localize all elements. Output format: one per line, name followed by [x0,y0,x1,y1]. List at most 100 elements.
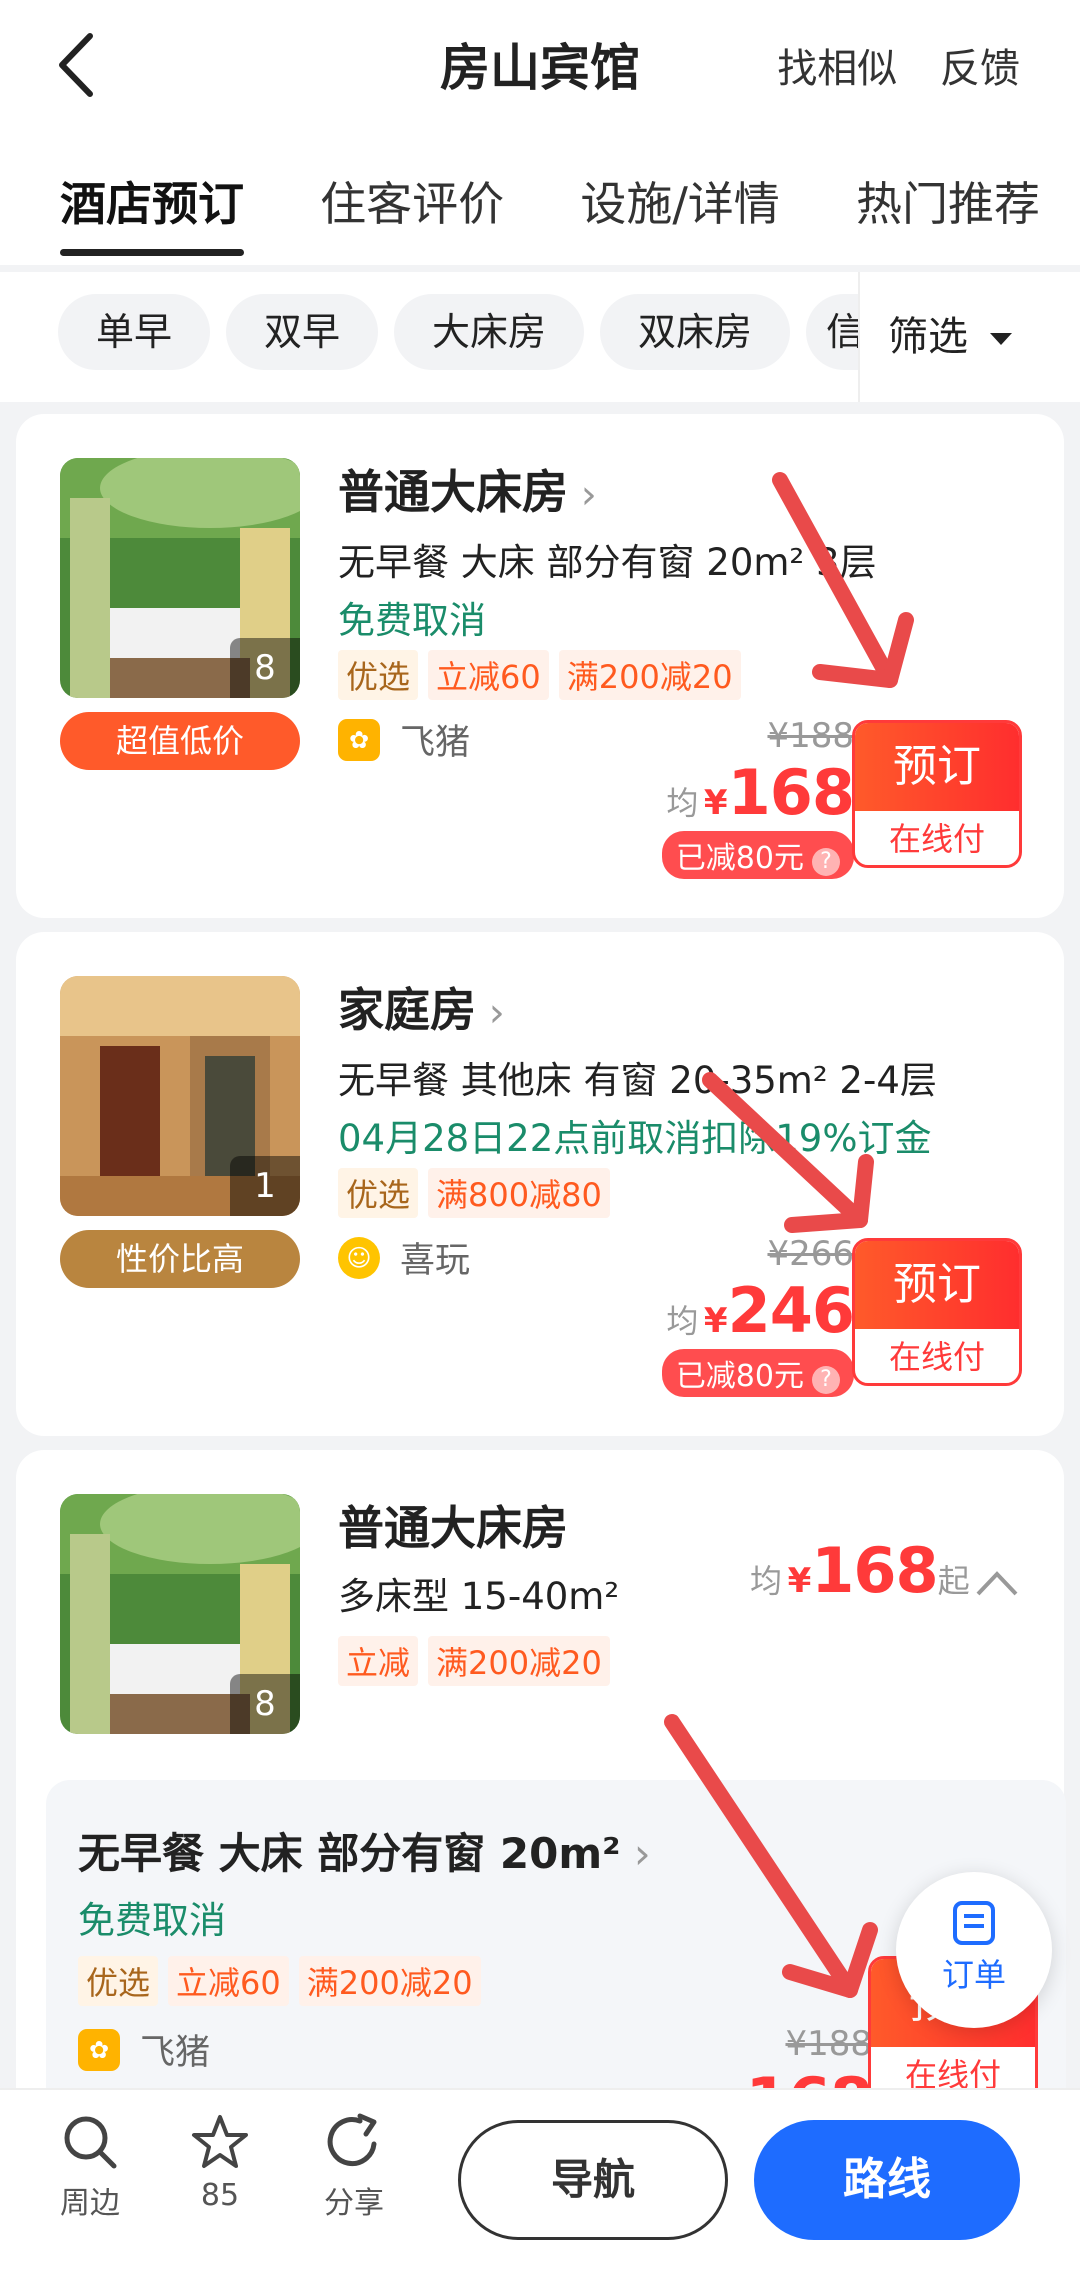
price-value: 168 [811,1534,938,1607]
chip-single-breakfast[interactable]: 单早 [58,294,211,370]
room-name-text: 普通大床房 [338,465,568,519]
cancel-policy: 04月28日22点前取消扣除19%订金 [338,1117,932,1160]
tab-booking[interactable]: 酒店预订 [60,168,244,256]
vendor-name: 飞猪 [400,723,471,763]
currency: ¥ [787,1561,812,1601]
original-price: ¥188 [767,716,854,756]
price-value: 246 [727,1274,855,1347]
room-desc: 无早餐 大床 部分有窗 20m² 3层 [338,541,877,584]
help-icon[interactable]: ? [812,848,840,876]
fliggy-icon: ✿ [78,2028,120,2071]
cancel-policy: 免费取消 [78,1899,226,1942]
nearby-label: 周边 [60,2186,120,2221]
rate-plan-name[interactable]: 无早餐 大床 部分有窗 20m² › [78,1820,651,1881]
favorite-count: 85 [200,2178,240,2213]
nearby-button[interactable]: 周边 [40,2112,140,2222]
favorite-button[interactable]: 85 [170,2112,270,2213]
avg-label: 均 [666,784,699,822]
from-price: 均 ¥168起 [750,1534,970,1607]
chevron-right-icon: › [476,990,505,1036]
navigate-button[interactable]: 导航 [458,2120,728,2240]
tag: 立减 [338,1636,419,1686]
room-card[interactable]: 1 性价比高 家庭房 › 无早餐 其他床 有窗 20-35m² 2-4层 04月… [16,932,1064,1436]
room-photo[interactable]: 8 [60,1494,300,1734]
photo-count-badge: 8 [230,1674,300,1734]
pay-online-label: 在线付 [888,820,985,858]
book-label: 预订 [855,1241,1019,1329]
help-icon[interactable]: ? [812,1366,840,1394]
avg-label: 均 [666,1302,699,1340]
room-desc: 无早餐 其他床 有窗 20-35m² 2-4层 [338,1059,937,1102]
filter-chips: 单早 双早 大床房 双床房 信 [58,294,865,370]
bottom-bar: 周边 85 分享 导航 路线 [0,2088,1080,2271]
tag: 优选 [338,650,419,700]
share-label: 分享 [324,2186,384,2221]
tab-bar: 酒店预订 住客评价 设施/详情 热门推荐 [60,168,1040,256]
tab-recommend[interactable]: 热门推荐 [856,168,1040,234]
chip-twin-bed[interactable]: 双床房 [600,294,791,370]
tag: 优选 [78,1956,159,2006]
currency: ¥ [703,1301,728,1341]
tag: 满200减20 [298,1956,481,2006]
original-price: ¥266 [767,1234,854,1274]
room-desc: 多床型 15-40m² [338,1575,620,1618]
tag: 优选 [338,1168,419,1218]
promo-tags: 立减 满200减20 [338,1636,610,1686]
order-fab[interactable]: 订单 [896,1872,1052,2028]
room-name-text: 家庭房 [338,983,476,1037]
find-similar-button[interactable]: 找相似 [777,46,897,92]
order-label: 订单 [941,1956,1006,1994]
value-label: 性价比高 [60,1230,300,1288]
filter-label: 筛选 [888,314,968,360]
vendor: ✿ 飞猪 [78,2024,210,2075]
tag: 立减60 [428,650,549,700]
price-block: ¥266 均 ¥246 已减80元? [661,1234,855,1397]
chip-double-breakfast[interactable]: 双早 [226,294,379,370]
chip-partial[interactable]: 信 [806,294,865,370]
price-value: 168 [727,756,855,829]
discount-text: 已减80元 [675,1359,804,1394]
xiwan-icon: ☺ [338,1236,380,1279]
tag: 满200减20 [558,650,741,700]
dropdown-triangle-icon [990,333,1012,345]
share-button[interactable]: 分享 [304,2112,404,2222]
fliggy-icon: ✿ [338,718,380,761]
vendor-name: 飞猪 [140,2033,211,2073]
book-button[interactable]: 预订 在线付 [852,720,1022,868]
discount-badge: 已减80元? [661,1349,854,1397]
book-button[interactable]: 预订 在线付 [852,1238,1022,1386]
chevron-right-icon: › [620,1829,651,1878]
price-block: ¥188 均 ¥168 已减80元? [661,716,855,879]
room-photo[interactable]: 1 [60,976,300,1216]
tab-facilities[interactable]: 设施/详情 [580,168,780,234]
room-name[interactable]: 普通大床房 › [338,456,597,522]
order-list-icon [953,1901,995,1945]
chevron-up-icon[interactable] [974,1568,1020,1598]
promo-tags: 优选 满800减80 [338,1168,610,1218]
current-price: 均 ¥168 [662,756,855,829]
filter-bar: 单早 双早 大床房 双床房 信 筛选 [0,272,1080,402]
discount-text: 已减80元 [675,841,804,876]
vendor: ✿ 飞猪 [338,714,470,765]
room-photo[interactable]: 8 [60,458,300,698]
route-button[interactable]: 路线 [754,2120,1020,2240]
search-icon [64,2116,117,2169]
room-card[interactable]: 8 超值低价 普通大床房 › 无早餐 大床 部分有窗 20m² 3层 免费取消 … [16,414,1064,918]
rate-plan-name-text: 无早餐 大床 部分有窗 20m² [78,1829,621,1878]
room-card-expanded[interactable]: 8 普通大床房 多床型 15-40m² 立减 满200减20 均 ¥168起 无… [16,1450,1066,2150]
chip-king-bed[interactable]: 大床房 [394,294,585,370]
room-name[interactable]: 家庭房 › [338,974,505,1040]
current-price: 均 ¥246 [662,1274,855,1347]
tag: 满200减20 [428,1636,610,1686]
vendor-name: 喜玩 [400,1241,471,1281]
filter-button[interactable]: 筛选 [858,272,1080,402]
tab-reviews[interactable]: 住客评价 [320,168,504,234]
promo-tags: 优选 立减60 满200减20 [78,1956,481,2006]
cancel-policy: 免费取消 [338,599,486,642]
top-bar: 房山宾馆 找相似 反馈 酒店预订 住客评价 设施/详情 热门推荐 [0,0,1080,265]
tag: 满800减80 [428,1168,610,1218]
room-name[interactable]: 普通大床房 [338,1492,568,1558]
star-icon [192,2115,248,2168]
photo-count-badge: 8 [230,638,300,698]
feedback-button[interactable]: 反馈 [940,46,1020,92]
